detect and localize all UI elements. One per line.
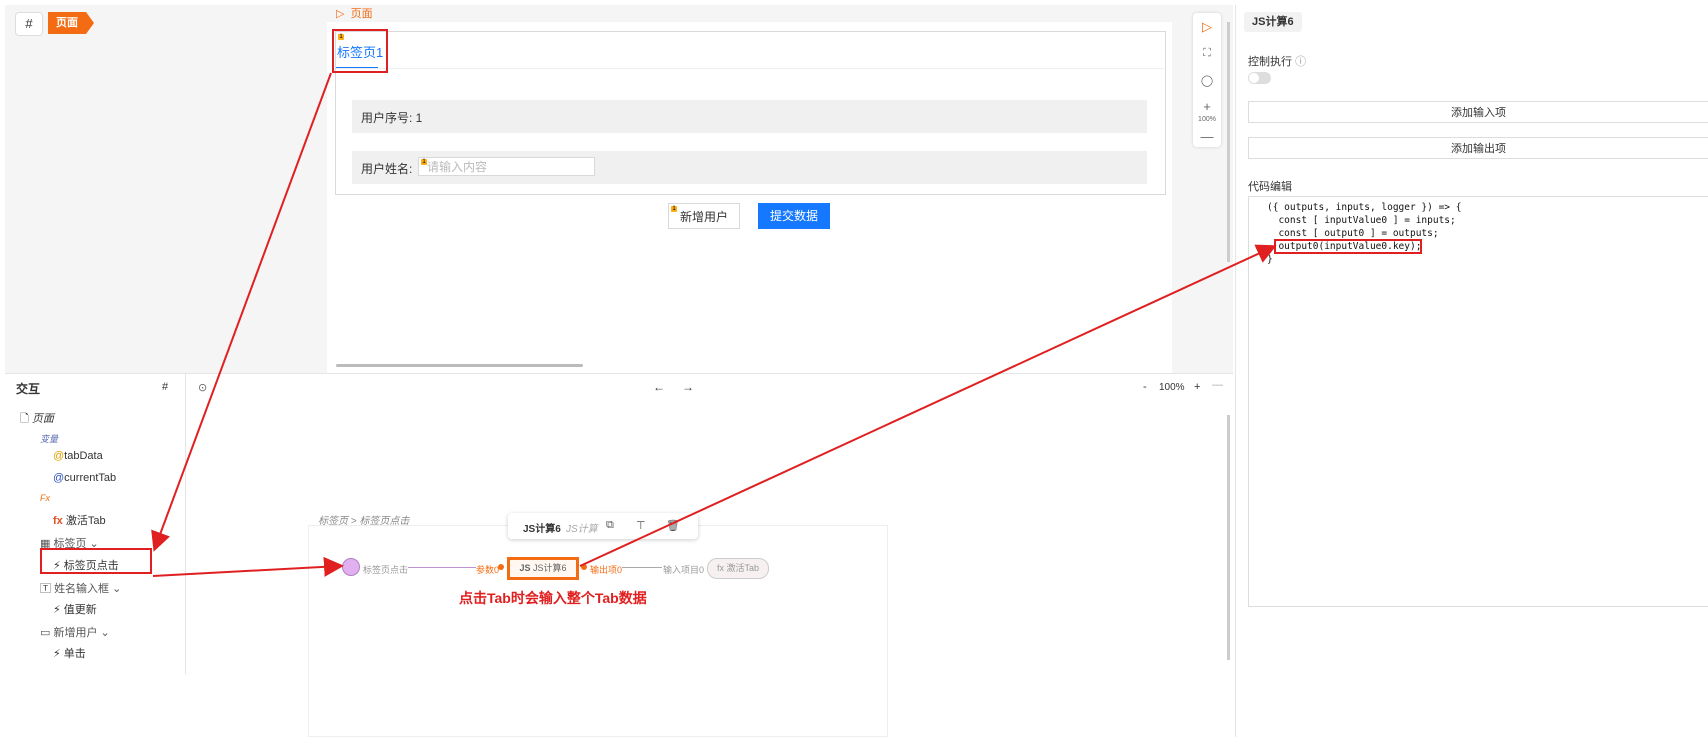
arrow-node-to-code bbox=[579, 244, 1277, 567]
arrow-tab-to-event bbox=[151, 72, 332, 552]
arrow-event-to-node bbox=[152, 556, 344, 577]
annotation-arrows bbox=[151, 72, 1277, 577]
